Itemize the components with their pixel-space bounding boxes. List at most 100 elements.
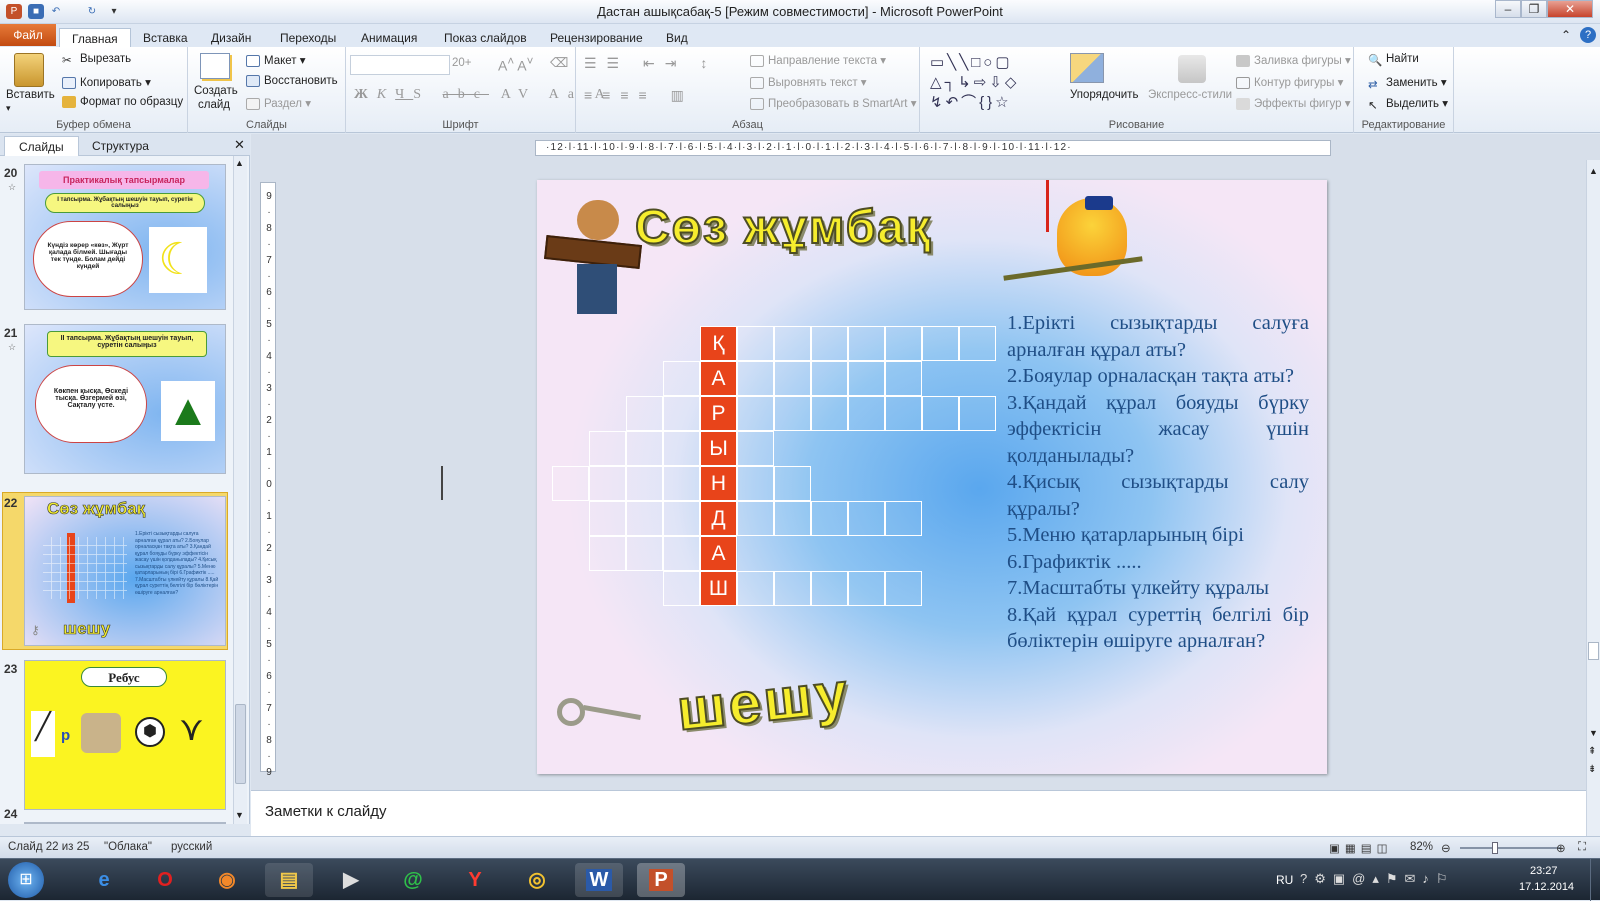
firefox-icon[interactable]: ◉: [203, 863, 251, 897]
crossword-cell[interactable]: [811, 501, 848, 536]
crossword-cell[interactable]: [589, 501, 626, 536]
new-slide-label-2[interactable]: слайд: [198, 99, 230, 111]
tab-transitions[interactable]: Переходы: [268, 28, 348, 48]
explorer-icon[interactable]: ▤: [265, 863, 313, 897]
crossword-cell[interactable]: [737, 571, 774, 606]
crossword-cell[interactable]: [737, 466, 774, 501]
internet-explorer-icon[interactable]: e: [80, 863, 128, 897]
crossword-cell[interactable]: [959, 396, 996, 431]
slide-thumbnail-21[interactable]: ІІ тапсырма. Жұбақтың шешуін тауып, суре…: [24, 324, 226, 474]
format-painter-button[interactable]: Формат по образцу: [62, 96, 183, 108]
text-direction-button[interactable]: Направление текста ▾: [750, 53, 886, 67]
tab-design[interactable]: Дизайн: [199, 28, 263, 48]
zoom-level[interactable]: 82%: [1410, 841, 1433, 853]
new-slide-label[interactable]: Создать: [194, 85, 238, 97]
input-language[interactable]: RU: [1276, 873, 1293, 887]
crossword-cell[interactable]: [774, 466, 811, 501]
crossword-cell[interactable]: [885, 571, 922, 606]
show-desktop-button[interactable]: [1590, 859, 1600, 901]
slide-thumbnail-22[interactable]: Сөз жұмбақ 1.Ерікті сызықтарды салуға ар…: [24, 496, 226, 646]
arrange-icon[interactable]: [1070, 53, 1104, 83]
font-size-input[interactable]: 20+: [452, 57, 472, 69]
slide-thumbnail-24[interactable]: [24, 822, 226, 824]
crossword-cell[interactable]: [848, 326, 885, 361]
close-button[interactable]: ✕: [1547, 0, 1593, 18]
crossword-cell[interactable]: [922, 396, 959, 431]
start-button[interactable]: ⊞: [8, 862, 44, 898]
crossword-cell[interactable]: [663, 396, 700, 431]
shape-outline-button[interactable]: Контур фигуры ▾: [1236, 75, 1343, 89]
zoom-slider[interactable]: [1460, 847, 1560, 849]
crossword-cell[interactable]: [811, 326, 848, 361]
yandex-icon[interactable]: Y: [451, 863, 499, 897]
slide-thumbnail-20[interactable]: Практикалық тапсырмалар І тапсырма. Жұба…: [24, 164, 226, 310]
notes-pane[interactable]: Заметки к слайду: [251, 790, 1586, 836]
scroll-down-icon[interactable]: ▼: [235, 810, 244, 820]
paste-dropdown-icon[interactable]: ▾: [6, 103, 11, 114]
crossword-cell[interactable]: [589, 431, 626, 466]
help-icon[interactable]: ?: [1580, 27, 1596, 43]
minimize-ribbon-icon[interactable]: ⌃: [1561, 28, 1571, 42]
shape-fill-button[interactable]: Заливка фигуры ▾: [1236, 53, 1351, 67]
crossword-cell[interactable]: [774, 396, 811, 431]
crossword-cell[interactable]: [552, 466, 589, 501]
align-buttons[interactable]: ≡≡≡≡ ▥: [584, 87, 694, 104]
minimize-button[interactable]: –: [1495, 0, 1521, 18]
crossword-cell[interactable]: [811, 396, 848, 431]
tab-animation[interactable]: Анимация: [349, 28, 429, 48]
media-player-icon[interactable]: ▶: [327, 863, 375, 897]
next-slide-icon[interactable]: ⇟: [1588, 764, 1596, 775]
crossword-cell[interactable]: [663, 536, 700, 571]
crossword-cell[interactable]: [663, 431, 700, 466]
word-icon[interactable]: W: [575, 863, 623, 897]
crossword-cell[interactable]: [737, 431, 774, 466]
font-name-input[interactable]: [350, 55, 450, 75]
font-style-buttons[interactable]: ЖКЧS abc AV Aa A: [354, 87, 614, 103]
zoom-in-icon[interactable]: ⊕: [1556, 841, 1566, 855]
copy-button[interactable]: Копировать ▾: [62, 75, 151, 89]
tab-slideshow[interactable]: Показ слайдов: [432, 28, 539, 48]
scroll-thumb[interactable]: [1588, 642, 1599, 660]
find-button[interactable]: 🔍 Найти: [1368, 53, 1419, 67]
mail-agent-icon[interactable]: @: [389, 863, 437, 897]
tab-insert[interactable]: Вставка: [131, 28, 200, 48]
crossword-cell[interactable]: [922, 326, 959, 361]
replace-button[interactable]: ⇄ Заменить ▾: [1368, 75, 1447, 91]
close-pane-icon[interactable]: ✕: [234, 137, 245, 153]
crossword-cell[interactable]: [663, 501, 700, 536]
crossword-cell[interactable]: [737, 501, 774, 536]
arrange-button[interactable]: Упорядочить: [1070, 89, 1138, 101]
language-status[interactable]: русский: [171, 841, 212, 853]
paste-button[interactable]: Вставить: [6, 89, 55, 101]
crossword-cell[interactable]: [774, 361, 811, 396]
crossword-cell[interactable]: [737, 396, 774, 431]
crossword-cell[interactable]: [885, 326, 922, 361]
crossword-cell[interactable]: [811, 361, 848, 396]
restore-button[interactable]: ❐: [1521, 0, 1547, 18]
view-buttons[interactable]: ▣▦▤◫: [1329, 841, 1392, 855]
select-button[interactable]: ↖ Выделить ▾: [1368, 96, 1448, 112]
quick-styles-button[interactable]: Экспресс-стили: [1148, 89, 1232, 101]
tab-home[interactable]: Главная: [59, 28, 131, 49]
slides-pane-scrollbar[interactable]: ▲ ▼: [233, 156, 247, 824]
shapes-gallery[interactable]: ▭╲╲□○▢ △┐↳⇨⇩◇ ↯↶⌒{}☆: [930, 53, 1058, 113]
crossword-cell[interactable]: [626, 396, 663, 431]
clock-date[interactable]: 17.12.2014: [1519, 881, 1574, 893]
crossword-cell[interactable]: [848, 571, 885, 606]
crossword-cell[interactable]: [589, 466, 626, 501]
powerpoint-icon[interactable]: P: [637, 863, 685, 897]
crossword-cell[interactable]: [663, 466, 700, 501]
tab-view[interactable]: Вид: [654, 28, 700, 48]
chrome-icon[interactable]: ◎: [513, 863, 561, 897]
crossword-cell[interactable]: [848, 396, 885, 431]
grow-font-icon[interactable]: A˄ A˅: [498, 55, 533, 74]
quick-styles-icon[interactable]: [1178, 55, 1206, 83]
new-slide-icon[interactable]: [200, 53, 230, 79]
crossword-cell[interactable]: [589, 536, 626, 571]
notes-placeholder[interactable]: Заметки к слайду: [265, 803, 387, 820]
crossword-cell[interactable]: [774, 501, 811, 536]
opera-icon[interactable]: O: [141, 863, 189, 897]
tab-file[interactable]: Файл: [0, 24, 56, 46]
previous-slide-icon[interactable]: ⇞: [1588, 746, 1596, 757]
clear-formatting-icon[interactable]: ⌫: [550, 55, 568, 71]
